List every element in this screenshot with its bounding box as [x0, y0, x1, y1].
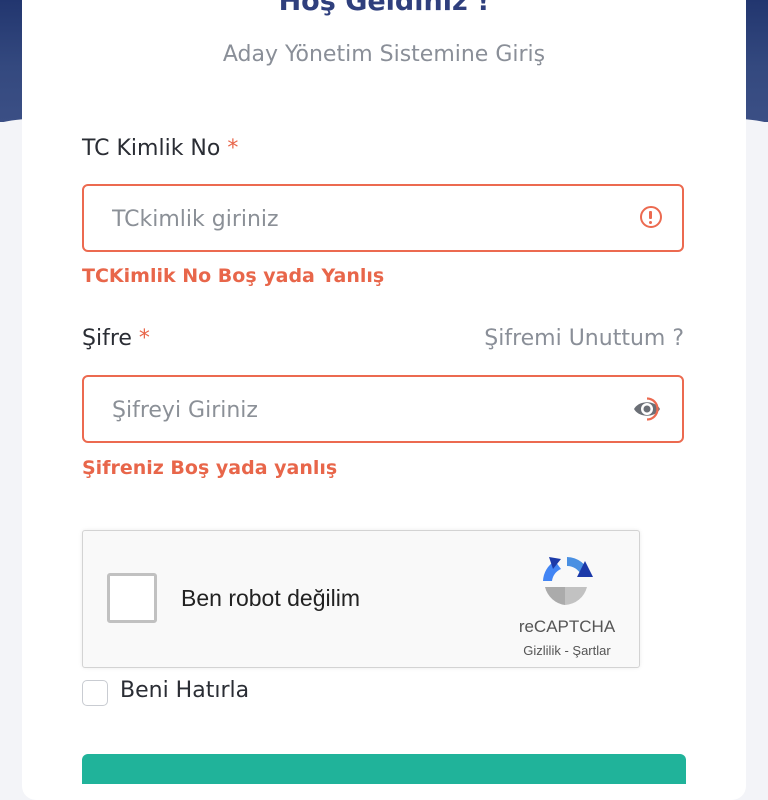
page-subtitle: Aday Yönetim Sistemine Giriş [222, 42, 546, 67]
password-label: Şifre [82, 326, 132, 351]
tc-field [82, 184, 684, 252]
remember-me-checkbox[interactable] [82, 680, 108, 706]
forgot-password-link[interactable]: Şifremi Unuttum ? [484, 326, 684, 351]
recaptcha-links-separator: - [560, 643, 573, 658]
eye-icon[interactable] [632, 396, 662, 426]
recaptcha-privacy-link[interactable]: Gizlilik [523, 643, 561, 658]
tc-input[interactable] [110, 186, 614, 252]
tc-label-row: TC Kimlik No * [82, 136, 238, 161]
error-circle-icon [640, 206, 662, 228]
password-label-row: Şifre * [82, 326, 150, 351]
recaptcha-terms-link[interactable]: Şartlar [572, 643, 610, 658]
recaptcha-checkbox[interactable] [107, 573, 157, 623]
recaptcha-brand: reCAPTCHA [518, 617, 616, 636]
password-error-message: Şifreniz Boş yada yanlış [82, 457, 338, 479]
password-field [82, 375, 684, 443]
tc-required-mark: * [227, 136, 239, 161]
welcome-title: Hoş Geldiniz ! [278, 0, 490, 17]
password-input[interactable] [110, 377, 614, 443]
tc-error-message: TCKimlik No Boş yada Yanlış [82, 265, 385, 287]
recaptcha-logo-icon [535, 551, 599, 615]
recaptcha-label: Ben robot değilim [181, 585, 360, 611]
recaptcha-links: Gizlilik - Şartlar [495, 643, 639, 658]
password-required-mark: * [138, 326, 150, 351]
tc-label: TC Kimlik No [82, 136, 221, 161]
recaptcha-widget: Ben robot değilim reCAPTCHA Gizlilik - Ş… [82, 530, 640, 668]
login-button[interactable] [82, 754, 686, 784]
remember-me-label[interactable]: Beni Hatırla [120, 678, 249, 703]
